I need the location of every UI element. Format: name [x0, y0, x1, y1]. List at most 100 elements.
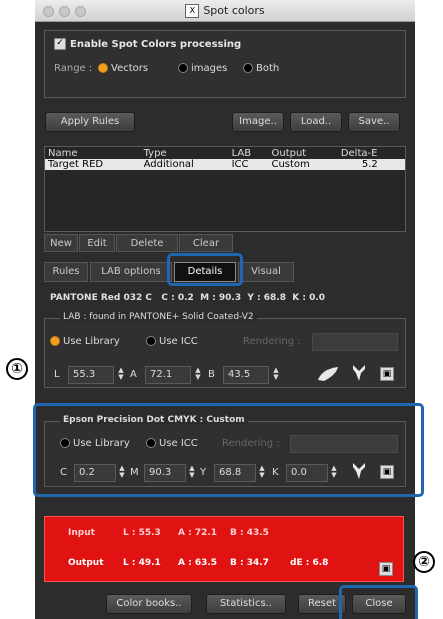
image-button[interactable]: Image..: [232, 112, 284, 132]
row-type: Additional: [140, 159, 229, 170]
clear-rules-button[interactable]: Clear: [179, 234, 233, 252]
lab-rendering-select[interactable]: [312, 333, 398, 351]
output-l-value: L : 49.1: [123, 558, 161, 568]
details-highlight: [167, 253, 243, 286]
input-l-value: L : 55.3: [123, 528, 161, 538]
cmyk-use-library-radio[interactable]: Use Library: [60, 438, 130, 449]
radio-icon: [146, 336, 156, 346]
output-a-value: A : 63.5: [178, 558, 218, 568]
cmyk-use-library-label: Use Library: [73, 438, 130, 449]
cmyk-save-icon[interactable]: ▣: [380, 465, 394, 479]
app-icon: X: [185, 4, 200, 18]
zoom-window-icon[interactable]: [75, 6, 86, 17]
cmyk-m-input[interactable]: 90.3: [144, 464, 186, 482]
title-bar: X Spot colors: [35, 0, 415, 22]
output-de-value: dE : 6.8: [290, 558, 329, 568]
lab-group-title: LAB : found in PANTONE+ Solid Coated-V2: [60, 312, 257, 322]
output-label: Output: [68, 558, 104, 568]
cmyk-y-input[interactable]: 68.8: [214, 464, 256, 482]
row-name: Target RED: [45, 159, 141, 170]
cmyk-k-input[interactable]: 0.0: [286, 464, 328, 482]
callout-two: ②: [413, 551, 435, 573]
pantone-info: PANTONE Red 032 C C : 0.2 M : 90.3 Y : 6…: [50, 293, 326, 303]
load-button[interactable]: Load..: [290, 112, 342, 132]
cmyk-c-label: C: [60, 467, 67, 478]
enable-checkbox[interactable]: ✓ Enable Spot Colors processing: [54, 38, 241, 50]
col-output[interactable]: Output: [268, 148, 337, 159]
row-delta-e: 5.2: [337, 159, 405, 170]
cmyk-k-stepper[interactable]: ▲ ▼: [330, 465, 338, 481]
radio-icon: [243, 63, 253, 73]
row-lab: ICC: [228, 159, 269, 170]
lab-use-library-label: Use Library: [63, 336, 120, 347]
statistics-button[interactable]: Statistics..: [206, 594, 286, 614]
cmyk-y-stepper[interactable]: ▲ ▼: [258, 465, 266, 481]
enable-label: Enable Spot Colors processing: [70, 39, 242, 50]
range-vectors-radio[interactable]: Vectors: [98, 63, 148, 74]
new-rule-button[interactable]: New: [44, 234, 78, 252]
cmyk-rendering-select[interactable]: [290, 435, 398, 453]
cmyk-m-stepper[interactable]: ▲ ▼: [188, 465, 196, 481]
col-type[interactable]: Type: [141, 148, 229, 159]
cmyk-k-label: K: [272, 467, 279, 478]
lab-l-stepper[interactable]: ▲ ▼: [117, 367, 125, 383]
radio-icon: [146, 438, 156, 448]
cmyk-m-label: M: [130, 467, 139, 478]
cmyk-c-input[interactable]: 0.2: [74, 464, 116, 482]
input-a-value: A : 72.1: [178, 528, 218, 538]
lab-b-input[interactable]: 43.5: [223, 366, 269, 384]
delete-rule-button[interactable]: Delete: [116, 234, 178, 252]
save-button[interactable]: Save..: [348, 112, 400, 132]
lab-use-library-radio[interactable]: Use Library: [50, 336, 120, 347]
cmyk-rendering-label: Rendering :: [222, 438, 280, 449]
close-highlight: [339, 585, 418, 619]
range-images-label: images: [191, 63, 228, 74]
cmyk-c-stepper[interactable]: ▲ ▼: [118, 465, 126, 481]
range-vectors-label: Vectors: [111, 63, 149, 74]
cmyk-y-label: Y: [200, 467, 207, 478]
tab-visual[interactable]: Visual: [238, 262, 294, 282]
tab-lab-options[interactable]: LAB options: [90, 262, 172, 282]
measure-device-icon[interactable]: [316, 365, 342, 383]
color-books-button[interactable]: Color books..: [106, 594, 192, 614]
close-window-icon[interactable]: [43, 6, 54, 17]
edit-rule-button[interactable]: Edit: [79, 234, 115, 252]
tab-rules[interactable]: Rules: [44, 262, 88, 282]
eyedropper-icon[interactable]: [350, 461, 368, 481]
col-name[interactable]: Name: [45, 148, 141, 159]
checkmark-icon: ✓: [54, 38, 66, 50]
input-label: Input: [68, 528, 95, 538]
col-lab[interactable]: LAB: [229, 148, 269, 159]
radio-selected-icon: [50, 336, 60, 346]
lab-use-icc-radio[interactable]: Use ICC: [146, 336, 198, 347]
lab-l-label: L: [54, 369, 60, 380]
lab-a-label: A: [130, 369, 137, 380]
cmyk-use-icc-label: Use ICC: [159, 438, 198, 449]
lab-b-stepper[interactable]: ▲ ▼: [272, 367, 280, 383]
eyedropper-icon[interactable]: [350, 363, 368, 383]
minimize-window-icon[interactable]: [59, 6, 70, 17]
callout-one: ①: [6, 358, 28, 380]
rules-header-row: Name Type LAB Output Delta-E: [45, 148, 405, 159]
col-delta-e[interactable]: Delta-E: [338, 148, 405, 159]
range-label: Range :: [54, 63, 93, 74]
input-b-value: B : 43.5: [230, 528, 269, 538]
lab-save-icon[interactable]: ▣: [380, 367, 394, 381]
range-images-radio[interactable]: images: [178, 63, 227, 74]
compare-save-icon[interactable]: ▣: [379, 562, 393, 576]
radio-selected-icon: [98, 63, 108, 73]
range-both-radio[interactable]: Both: [243, 63, 279, 74]
row-output: Custom: [268, 159, 338, 170]
lab-a-input[interactable]: 72.1: [145, 366, 191, 384]
lab-l-input[interactable]: 55.3: [68, 366, 114, 384]
lab-use-icc-label: Use ICC: [159, 336, 198, 347]
lab-a-stepper[interactable]: ▲ ▼: [194, 367, 202, 383]
comparison-panel: [44, 516, 404, 582]
cmyk-use-icc-radio[interactable]: Use ICC: [146, 438, 198, 449]
rules-list[interactable]: Name Type LAB Output Delta-E Target RED …: [44, 146, 406, 232]
table-row[interactable]: Target RED Additional ICC Custom 5.2: [45, 159, 405, 170]
cmyk-group-title: Epson Precision Dot CMYK : Custom: [60, 415, 248, 425]
apply-rules-button[interactable]: Apply Rules: [45, 112, 135, 132]
output-b-value: B : 34.7: [230, 558, 269, 568]
radio-icon: [60, 438, 70, 448]
